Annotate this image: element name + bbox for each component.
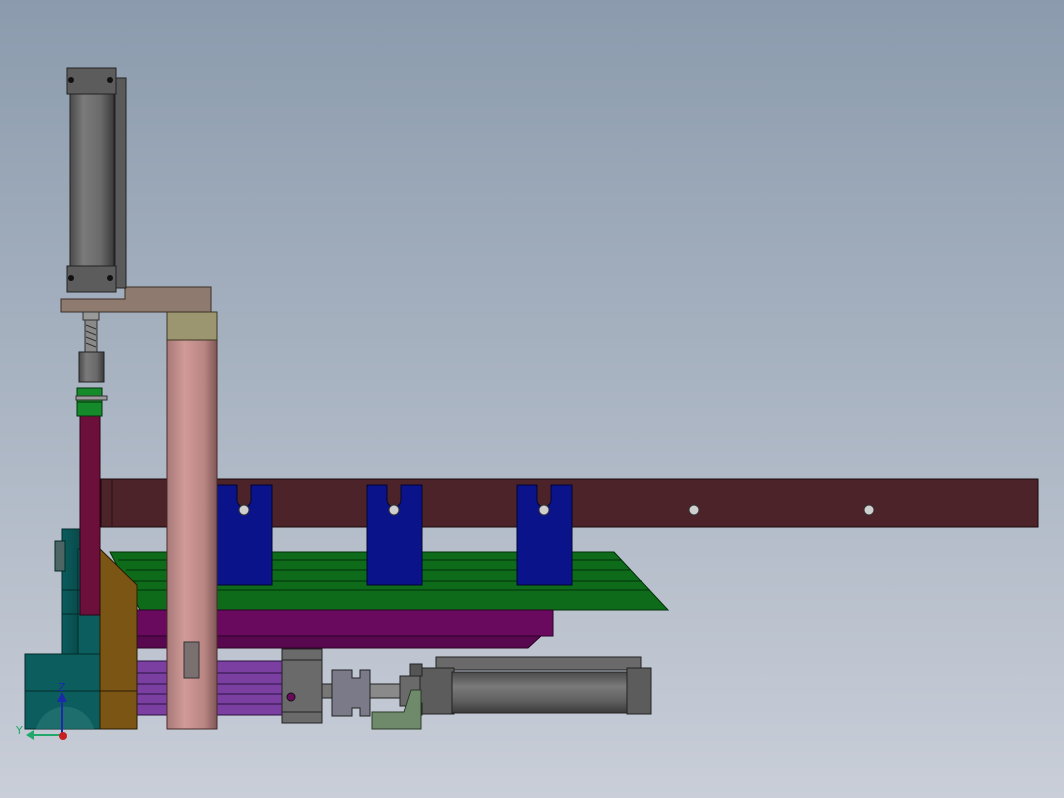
horizontal-cylinder <box>409 656 652 716</box>
vertical-cylinder <box>66 67 127 293</box>
y-axis-label: Y <box>15 724 23 737</box>
cad-viewport[interactable]: Z Y <box>0 0 1064 798</box>
beam-hole-1 <box>688 504 700 516</box>
z-axis-label: Z <box>58 681 66 694</box>
beam-hole-2 <box>863 504 875 516</box>
column-top-cap <box>166 311 218 341</box>
x-axis-origin <box>59 732 67 740</box>
assembly-drawing: Z Y <box>0 0 1064 798</box>
vertical-guide-rod <box>76 387 103 616</box>
vertical-column <box>166 339 218 730</box>
